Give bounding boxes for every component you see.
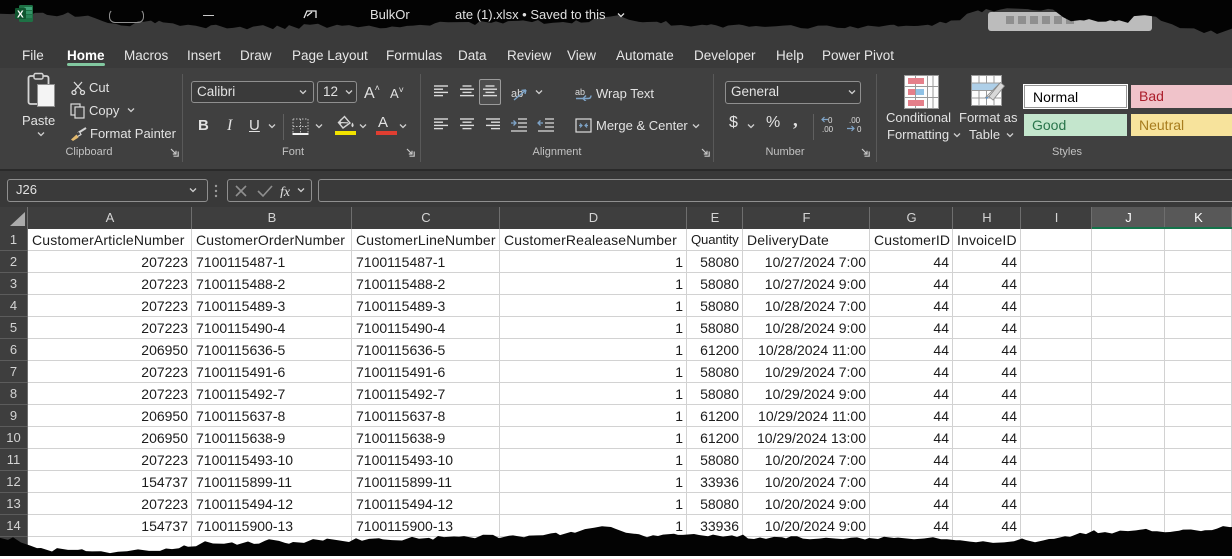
- svg-text:X: X: [17, 10, 24, 21]
- svg-text:ab: ab: [575, 87, 585, 97]
- svg-text:.00: .00: [849, 116, 861, 125]
- svg-text:0: 0: [828, 116, 833, 125]
- svg-text:.00: .00: [822, 125, 834, 134]
- svg-text:fx: fx: [280, 185, 291, 198]
- svg-text:0: 0: [857, 125, 862, 134]
